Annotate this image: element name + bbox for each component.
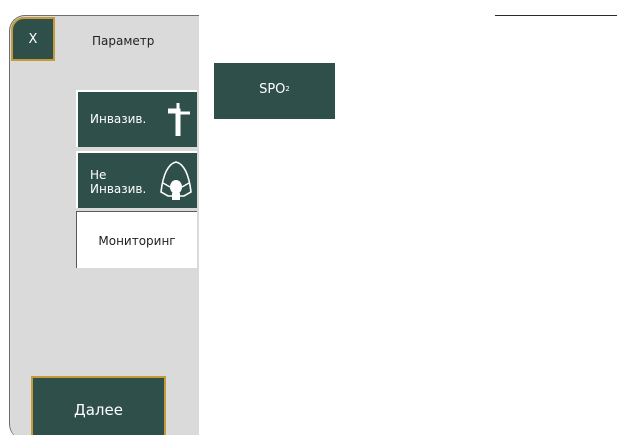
- tab-noninvasive-label: Не Инвазив.: [90, 168, 146, 196]
- invasive-tube-icon: [168, 103, 190, 136]
- tab-noninvasive-label-line2: Инвазив.: [90, 182, 147, 196]
- tab-invasive[interactable]: Инвазив.: [76, 90, 197, 147]
- tab-monitoring-label: Мониторинг: [98, 234, 176, 248]
- next-button[interactable]: Далее: [31, 376, 166, 435]
- top-divider-line: [495, 15, 617, 16]
- tab-invasive-label: Инвазив.: [90, 112, 147, 126]
- close-button-label: X: [28, 31, 38, 47]
- spo2-label-main: SPO: [259, 81, 286, 97]
- page-title: Параметр: [92, 34, 155, 48]
- spo2-label-sub: 2: [285, 85, 290, 93]
- close-button[interactable]: X: [11, 17, 55, 61]
- tab-noninvasive[interactable]: Не Инвазив.: [76, 151, 197, 208]
- tab-monitoring[interactable]: Мониторинг: [76, 211, 197, 268]
- tab-noninvasive-label-line1: Не: [90, 168, 107, 182]
- parameter-button-spo2[interactable]: SPO 2: [214, 63, 335, 119]
- mask-icon: [160, 161, 192, 200]
- next-button-label: Далее: [74, 400, 123, 419]
